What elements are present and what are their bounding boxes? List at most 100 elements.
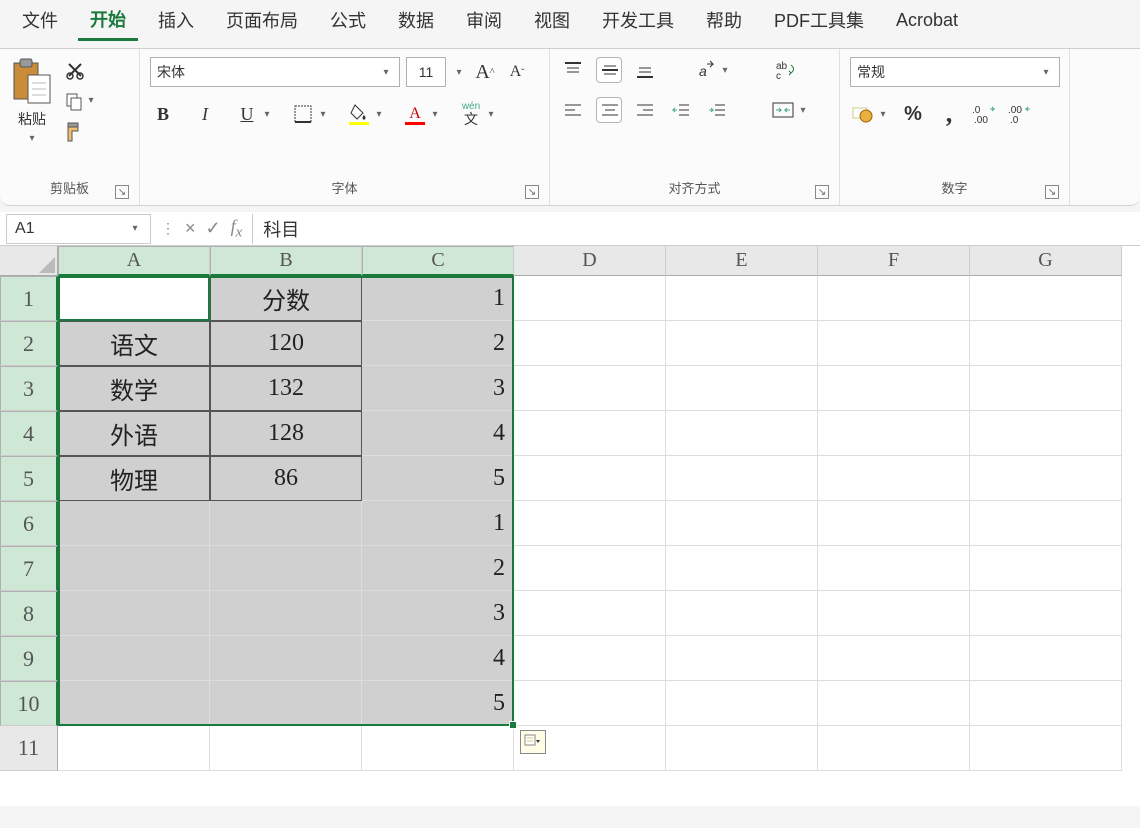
row-header-7[interactable]: 7 — [0, 546, 58, 591]
fill-color-button[interactable] — [346, 101, 372, 127]
cell[interactable] — [818, 591, 970, 636]
font-size-dropdown[interactable] — [452, 67, 466, 78]
comma-style-icon[interactable]: , — [936, 101, 962, 127]
data-cell[interactable]: 外语 — [58, 411, 210, 456]
cell[interactable] — [970, 636, 1122, 681]
cell[interactable] — [514, 546, 666, 591]
cell[interactable] — [210, 726, 362, 771]
align-top-icon[interactable] — [560, 57, 586, 83]
cell[interactable] — [362, 726, 514, 771]
data-cell[interactable]: 132 — [210, 366, 362, 411]
align-center-icon[interactable] — [596, 97, 622, 123]
number-format-select[interactable]: 常规 — [850, 57, 1060, 87]
cell[interactable]: 5 — [362, 681, 514, 726]
cell[interactable]: 4 — [362, 636, 514, 681]
col-header-A[interactable]: A — [58, 246, 210, 276]
underline-dropdown[interactable] — [260, 109, 274, 120]
cell[interactable] — [970, 366, 1122, 411]
cancel-formula-icon[interactable]: × — [185, 218, 196, 239]
cell[interactable]: 2 — [362, 546, 514, 591]
cell[interactable] — [58, 636, 210, 681]
phonetic-guide-button[interactable]: wén文 — [458, 101, 484, 127]
cell[interactable] — [970, 276, 1122, 321]
decrease-indent-icon[interactable] — [668, 97, 694, 123]
cell[interactable] — [210, 681, 362, 726]
menu-item-6[interactable]: 审阅 — [454, 1, 514, 39]
cell[interactable] — [666, 366, 818, 411]
merge-center-icon[interactable] — [770, 97, 796, 123]
cell[interactable]: 3 — [362, 591, 514, 636]
fill-color-dropdown[interactable] — [372, 109, 386, 120]
col-header-F[interactable]: F — [818, 246, 970, 276]
menu-item-4[interactable]: 公式 — [318, 1, 378, 39]
cell[interactable] — [970, 726, 1122, 771]
menu-item-11[interactable]: Acrobat — [884, 4, 970, 37]
cell[interactable] — [818, 726, 970, 771]
cell[interactable]: 1 — [362, 501, 514, 546]
cell[interactable] — [666, 501, 818, 546]
cell[interactable] — [210, 501, 362, 546]
orientation-dropdown[interactable] — [718, 65, 732, 76]
cell[interactable] — [818, 276, 970, 321]
expand-formula-icon[interactable]: ⋮ — [161, 220, 175, 237]
cell[interactable] — [818, 366, 970, 411]
increase-decimal-icon[interactable]: .0.00 — [972, 101, 998, 127]
menu-item-2[interactable]: 插入 — [146, 1, 206, 39]
paste-button[interactable]: 粘贴 — [10, 57, 54, 144]
decrease-font-icon[interactable]: Aˇ — [504, 59, 530, 85]
row-header-5[interactable]: 5 — [0, 456, 58, 501]
cell[interactable] — [58, 501, 210, 546]
increase-font-icon[interactable]: A^ — [472, 59, 498, 85]
cell[interactable] — [58, 681, 210, 726]
font-color-button[interactable]: A — [402, 101, 428, 127]
cell[interactable] — [818, 681, 970, 726]
cell[interactable] — [970, 681, 1122, 726]
row-header-2[interactable]: 2 — [0, 321, 58, 366]
menu-item-9[interactable]: 帮助 — [694, 1, 754, 39]
data-cell[interactable]: 物理 — [58, 456, 210, 501]
data-cell[interactable]: 128 — [210, 411, 362, 456]
col-header-G[interactable]: G — [970, 246, 1122, 276]
cell[interactable] — [666, 276, 818, 321]
cell[interactable] — [514, 411, 666, 456]
number-launcher[interactable] — [1045, 185, 1059, 199]
col-header-D[interactable]: D — [514, 246, 666, 276]
merge-dropdown[interactable] — [796, 105, 810, 116]
select-all-corner[interactable] — [0, 246, 58, 276]
cell[interactable] — [666, 411, 818, 456]
cell[interactable]: 1 — [362, 276, 514, 321]
cell[interactable] — [970, 321, 1122, 366]
row-header-1[interactable]: 1 — [0, 276, 58, 321]
cell[interactable] — [514, 501, 666, 546]
cell[interactable] — [666, 726, 818, 771]
name-box[interactable]: A1 — [6, 214, 151, 244]
phonetic-dropdown[interactable] — [484, 109, 498, 120]
cell[interactable] — [58, 546, 210, 591]
cell[interactable] — [666, 456, 818, 501]
data-cell[interactable]: 数学 — [58, 366, 210, 411]
menu-item-5[interactable]: 数据 — [386, 1, 446, 39]
cell[interactable] — [666, 681, 818, 726]
format-painter-icon[interactable] — [64, 121, 86, 143]
row-header-11[interactable]: 11 — [0, 726, 58, 771]
underline-button[interactable]: U — [234, 101, 260, 127]
cell[interactable] — [666, 636, 818, 681]
cell[interactable] — [818, 546, 970, 591]
align-right-icon[interactable] — [632, 97, 658, 123]
cell[interactable] — [666, 546, 818, 591]
cell[interactable] — [666, 591, 818, 636]
col-header-C[interactable]: C — [362, 246, 514, 276]
cell[interactable] — [970, 411, 1122, 456]
cell[interactable] — [818, 411, 970, 456]
orientation-icon[interactable]: a — [692, 57, 718, 83]
border-dropdown[interactable] — [316, 109, 330, 120]
font-launcher[interactable] — [525, 185, 539, 199]
align-left-icon[interactable] — [560, 97, 586, 123]
increase-indent-icon[interactable] — [704, 97, 730, 123]
menu-item-7[interactable]: 视图 — [522, 1, 582, 39]
accounting-dropdown[interactable] — [876, 109, 890, 120]
data-cell[interactable]: 分数 — [210, 276, 362, 321]
align-bottom-icon[interactable] — [632, 57, 658, 83]
cell[interactable] — [210, 636, 362, 681]
menu-item-8[interactable]: 开发工具 — [590, 1, 686, 39]
